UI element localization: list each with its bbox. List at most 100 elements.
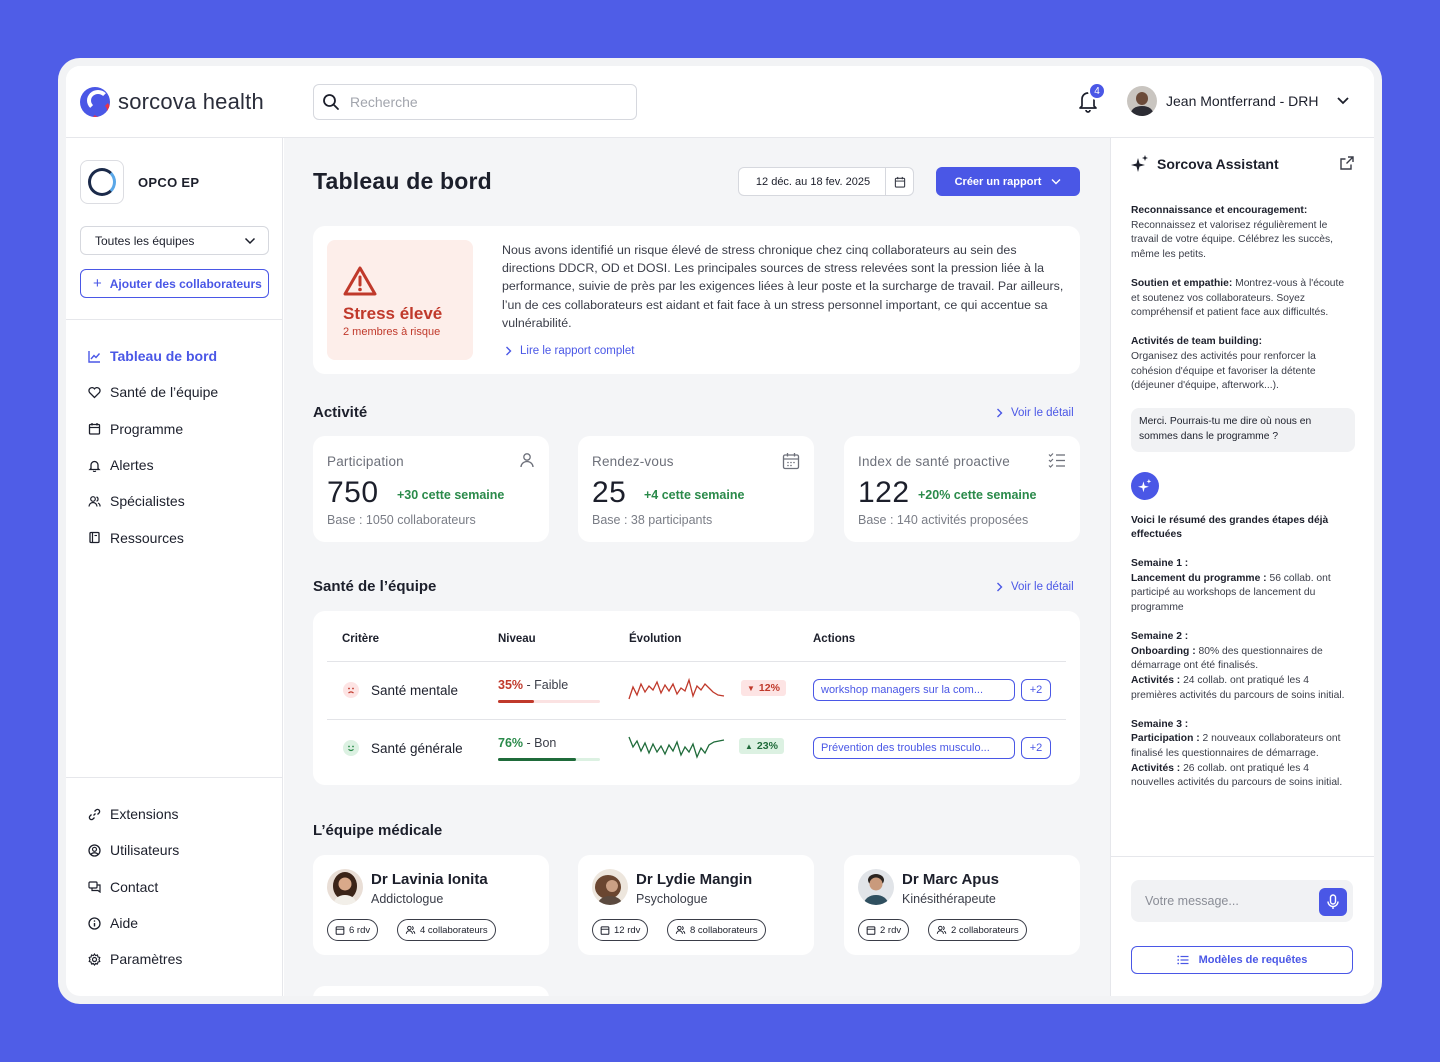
brand-name: sorcova health (118, 89, 264, 114)
team-health-table: Critère Niveau Évolution Actions Santé m… (313, 611, 1080, 785)
team-select-value: Toutes les équipes (95, 233, 195, 248)
chevron-down-icon (244, 237, 256, 244)
table-row-criterion: Santé générale (343, 740, 463, 756)
kpi-card-participation[interactable]: Participation 750 +30 cette semaine Base… (313, 436, 549, 542)
external-link-icon[interactable] (1340, 156, 1354, 170)
assistant-message: Semaine 1 : Lancement du programme : 56 c… (1131, 557, 1355, 615)
sidebar-item-extensions[interactable]: Extensions (88, 796, 182, 832)
sidebar-item-settings[interactable]: Paramètres (88, 941, 182, 977)
team-health-detail-link[interactable]: Voir le détail (996, 581, 1074, 593)
people-icon (675, 925, 686, 934)
doctor-card[interactable]: Dr Lavinia Ionita Addictologue 6 rdv 4 c… (313, 855, 549, 955)
happy-face-icon (343, 740, 359, 756)
more-actions-button[interactable]: +2 (1021, 737, 1051, 759)
doctor-name: Dr Marc Apus (902, 871, 999, 888)
add-collaborators-button[interactable]: + Ajouter des collaborateurs (80, 269, 269, 298)
create-report-label: Créer un rapport (954, 175, 1042, 188)
sidebar-item-alerts[interactable]: Alertes (88, 447, 218, 483)
detail-link-label: Voir le détail (1011, 581, 1074, 593)
doctor-role: Addictologue (371, 892, 444, 906)
sidebar-item-label: Utilisateurs (110, 842, 180, 859)
sidebar-item-label: Alertes (110, 457, 154, 474)
sidebar-item-resources[interactable]: Ressources (88, 519, 218, 555)
organization[interactable]: OPCO EP (80, 160, 199, 204)
sidebar-item-label: Tableau de bord (110, 348, 218, 365)
search-input[interactable] (350, 94, 610, 110)
page-title: Tableau de bord (313, 168, 492, 194)
action-tag[interactable]: workshop managers sur la com... (813, 679, 1015, 701)
gear-icon (88, 952, 101, 966)
book-icon (89, 531, 100, 544)
kpi-card-proactive-index[interactable]: Index de santé proactive 122 +20% cette … (844, 436, 1080, 542)
search-box[interactable] (313, 84, 637, 120)
sidebar-item-programme[interactable]: Programme (88, 411, 218, 447)
team-health-title: Santé de l’équipe (313, 578, 437, 595)
stress-subtitle: 2 membres à risque (343, 326, 441, 338)
brand-logo[interactable]: sorcova health (80, 87, 264, 117)
sidebar-divider (66, 777, 283, 778)
column-header-evolution: Évolution (629, 633, 682, 645)
sidebar-item-label: Contact (110, 878, 159, 895)
level-value: 76% - Bon (498, 736, 556, 750)
doctor-card[interactable]: Dr Marc Apus Kinésithérapeute 2 rdv 2 co… (844, 855, 1080, 955)
kpi-delta: +4 cette semaine (644, 488, 745, 502)
doctor-role: Psychologue (636, 892, 708, 906)
chat-icon (88, 881, 101, 894)
user-menu[interactable]: Jean Montferrand - DRH (1127, 86, 1350, 116)
doctor-card[interactable]: Dr Lydie Mangin Psychologue 12 rdv 8 col… (578, 855, 814, 955)
collaborators-pill: 2 collaborateurs (928, 919, 1027, 941)
trend-value: 12% (758, 682, 780, 694)
sidebar-item-team-health[interactable]: Santé de l’équipe (88, 374, 218, 410)
message-heading: Soutien et empathie: (1131, 277, 1233, 289)
row-divider (327, 661, 1066, 662)
date-range-value: 12 déc. au 18 fev. 2025 (755, 175, 871, 188)
sidebar-item-dashboard[interactable]: Tableau de bord (88, 338, 218, 374)
chevron-down-icon (1051, 179, 1061, 185)
heart-icon (88, 386, 101, 399)
doctor-avatar (327, 869, 363, 905)
calendar-icon[interactable] (885, 168, 913, 195)
more-actions-button[interactable]: +2 (1021, 679, 1051, 701)
search-icon (323, 94, 339, 110)
action-tag[interactable]: Prévention des troubles musculo... (813, 737, 1015, 759)
assistant-message: Voici le résumé des grandes étapes déjà … (1131, 514, 1355, 543)
sidebar-item-users[interactable]: Utilisateurs (88, 832, 182, 868)
sidebar-item-help[interactable]: Aide (88, 905, 182, 941)
sidebar-item-contact[interactable]: Contact (88, 869, 182, 905)
request-templates-button[interactable]: Modèles de requêtes (1131, 946, 1353, 974)
column-header-actions: Actions (813, 633, 856, 645)
kpi-base: Base : 38 participants (592, 513, 713, 527)
trend-badge-down: ▼ 12% (741, 680, 786, 696)
assistant-header: Sorcova Assistant (1131, 155, 1279, 173)
kpi-card-appointments[interactable]: Rendez-vous 25 +4 cette semaine Base : 3… (578, 436, 814, 542)
row-divider (327, 719, 1066, 720)
calendar-icon (88, 423, 101, 435)
read-full-report-link[interactable]: Lire le rapport complet (505, 345, 634, 357)
microphone-button[interactable] (1319, 888, 1347, 916)
item-heading: Onboarding : (1131, 645, 1196, 657)
user-icon (520, 453, 534, 468)
kpi-value: 122 (858, 476, 910, 509)
message-box[interactable] (1131, 880, 1353, 922)
calendar-icon (782, 453, 800, 470)
activity-detail-link[interactable]: Voir le détail (996, 407, 1074, 419)
user-avatar (1127, 86, 1157, 116)
stress-indicator: Stress élevé 2 membres à risque (327, 240, 473, 360)
sidebar-item-specialists[interactable]: Spécialistes (88, 483, 218, 519)
chevron-right-icon (506, 346, 512, 356)
sidebar-item-label: Programme (110, 420, 184, 437)
sorcova-logo-icon (80, 87, 110, 117)
create-report-button[interactable]: Créer un rapport (936, 167, 1080, 196)
kpi-label: Rendez-vous (592, 454, 674, 469)
arrow-down-icon: ▼ (747, 683, 755, 693)
assistant-avatar-icon (1131, 471, 1159, 500)
criterion-name: Santé mentale (371, 682, 459, 698)
alert-description: Nous avons identifié un risque élevé de … (502, 243, 1064, 330)
team-select[interactable]: Toutes les équipes (80, 226, 269, 255)
people-icon (405, 925, 416, 934)
arrow-up-icon: ▲ (745, 741, 753, 751)
date-range-picker[interactable]: 12 déc. au 18 fev. 2025 (738, 167, 914, 196)
level-bar-fill (498, 758, 576, 761)
message-input[interactable] (1145, 894, 1305, 908)
criterion-name: Santé générale (371, 740, 463, 756)
